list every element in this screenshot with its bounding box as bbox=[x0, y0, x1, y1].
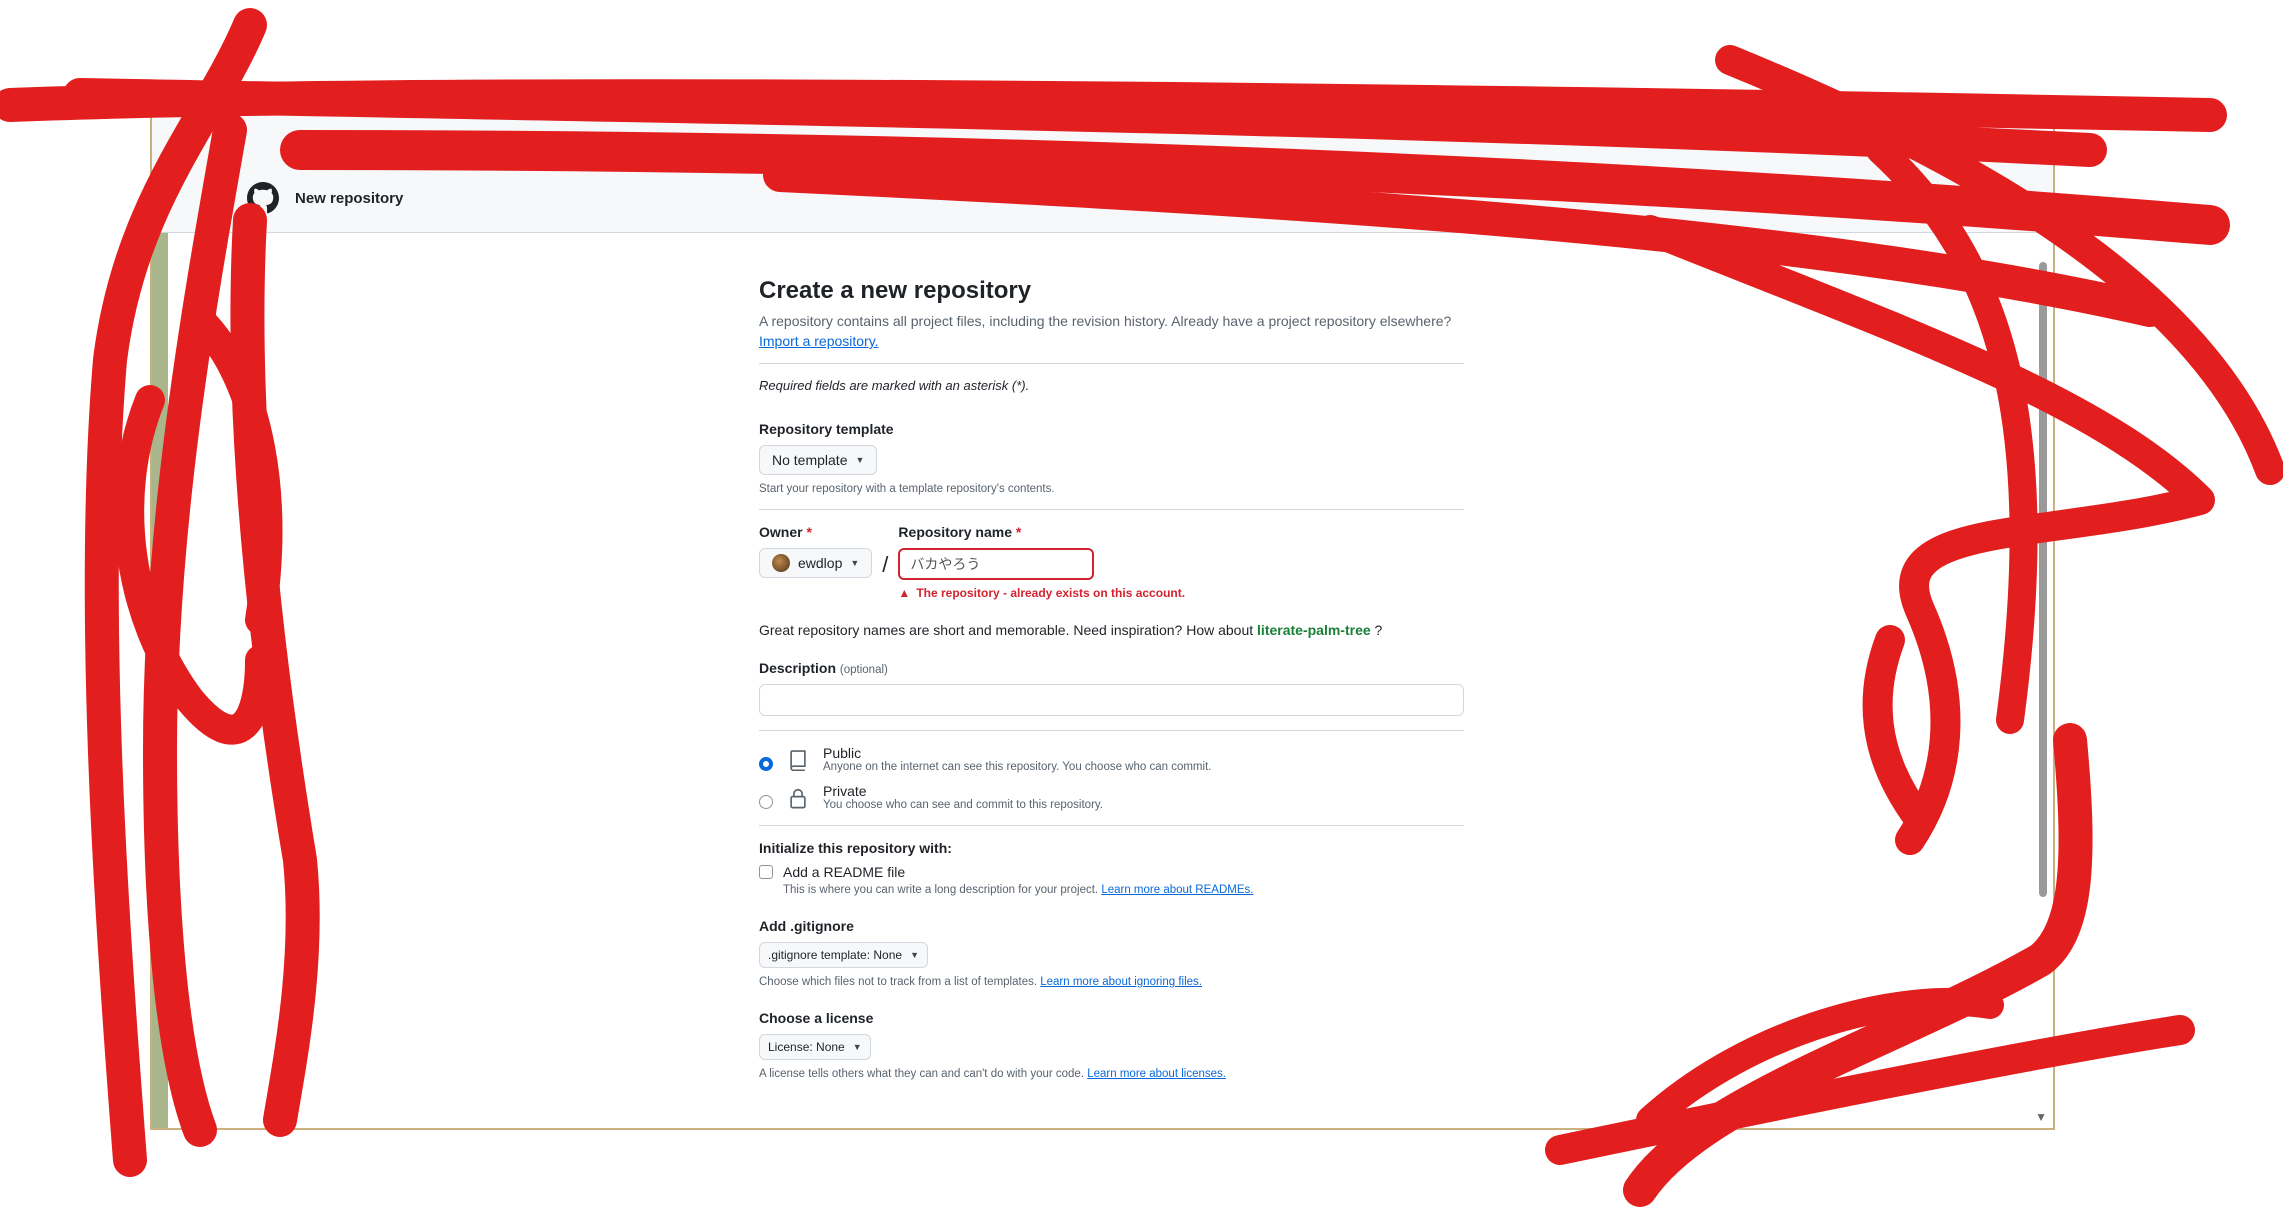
gitignore-help: Choose which files not to track from a l… bbox=[759, 976, 1202, 988]
page-title: Create a new repository bbox=[759, 277, 1032, 304]
public-title: Public bbox=[823, 745, 862, 761]
required-note: Required fields are marked with an aster… bbox=[759, 378, 1030, 393]
divider bbox=[759, 730, 1464, 731]
divider bbox=[759, 363, 1464, 364]
init-label: Initialize this repository with: bbox=[759, 840, 952, 856]
new-repo-form: Create a new repository A repository con… bbox=[759, 277, 1464, 1080]
divider bbox=[759, 825, 1464, 826]
owner-dropdown[interactable]: ewdlop ▼ bbox=[759, 548, 873, 578]
license-learn-more-link[interactable]: Learn more about licenses. bbox=[1087, 1068, 1226, 1080]
top-bar: New repository bbox=[152, 97, 2053, 233]
readme-label: Add a README file bbox=[783, 864, 906, 880]
chevron-down-icon: ▼ bbox=[855, 455, 865, 465]
private-title: Private bbox=[823, 783, 867, 799]
readme-learn-more-link[interactable]: Learn more about READMEs. bbox=[1101, 884, 1253, 896]
repo-name-error: ▲ The repository - already exists on thi… bbox=[898, 586, 1186, 600]
license-dropdown[interactable]: License: None ▼ bbox=[759, 1034, 871, 1060]
gitignore-dropdown[interactable]: .gitignore template: None ▼ bbox=[759, 942, 929, 968]
owner-label: Owner * bbox=[759, 524, 812, 540]
chevron-down-icon: ▼ bbox=[850, 558, 860, 568]
owner-value: ewdlop bbox=[798, 555, 843, 571]
gitignore-label: Add .gitignore bbox=[759, 918, 854, 934]
description-input[interactable] bbox=[759, 684, 1464, 716]
import-repository-link[interactable]: Import a repository. bbox=[759, 333, 879, 349]
page-title-header: New repository bbox=[295, 190, 404, 207]
description-label: Description (optional) bbox=[759, 660, 888, 676]
alert-icon: ▲ bbox=[898, 586, 911, 600]
chevron-down-icon: ▼ bbox=[852, 1042, 862, 1052]
lock-icon bbox=[790, 788, 806, 809]
license-label: Choose a license bbox=[759, 1010, 874, 1026]
readme-checkbox[interactable] bbox=[759, 865, 773, 879]
github-logo-icon[interactable] bbox=[247, 182, 279, 214]
public-desc: Anyone on the internet can see this repo… bbox=[823, 761, 1212, 773]
scroll-down-arrow-icon[interactable]: ▼ bbox=[2035, 1110, 2047, 1124]
public-radio[interactable] bbox=[759, 757, 773, 771]
browser-window: New repository Create a new repository A… bbox=[150, 95, 2055, 1130]
template-help: Start your repository with a template re… bbox=[759, 483, 1055, 495]
private-desc: You choose who can see and commit to thi… bbox=[823, 799, 1103, 811]
template-label: Repository template bbox=[759, 421, 894, 437]
scrollbar[interactable] bbox=[2039, 262, 2047, 897]
chevron-down-icon: ▼ bbox=[910, 950, 920, 960]
visibility-private-option[interactable]: Private You choose who can see and commi… bbox=[759, 783, 1464, 811]
page-subtitle: A repository contains all project files,… bbox=[759, 313, 1452, 329]
suggested-name[interactable]: literate-palm-tree bbox=[1257, 622, 1371, 638]
visibility-public-option[interactable]: Public Anyone on the internet can see th… bbox=[759, 745, 1464, 773]
owner-repo-separator: / bbox=[882, 552, 889, 577]
inspiration-text: Great repository names are short and mem… bbox=[759, 622, 1383, 638]
repo-name-input[interactable]: バカやろう bbox=[898, 548, 1095, 580]
repo-name-label: Repository name * bbox=[898, 524, 1022, 540]
private-radio[interactable] bbox=[759, 795, 773, 809]
repo-icon bbox=[790, 750, 806, 771]
template-dropdown[interactable]: No template ▼ bbox=[759, 445, 878, 475]
readme-help: This is where you can write a long descr… bbox=[783, 884, 1254, 896]
left-strip bbox=[152, 157, 168, 1128]
gitignore-learn-more-link[interactable]: Learn more about ignoring files. bbox=[1040, 976, 1202, 988]
license-help: A license tells others what they can and… bbox=[759, 1068, 1226, 1080]
template-value: No template bbox=[772, 452, 848, 468]
avatar bbox=[772, 554, 790, 572]
divider bbox=[759, 509, 1464, 510]
